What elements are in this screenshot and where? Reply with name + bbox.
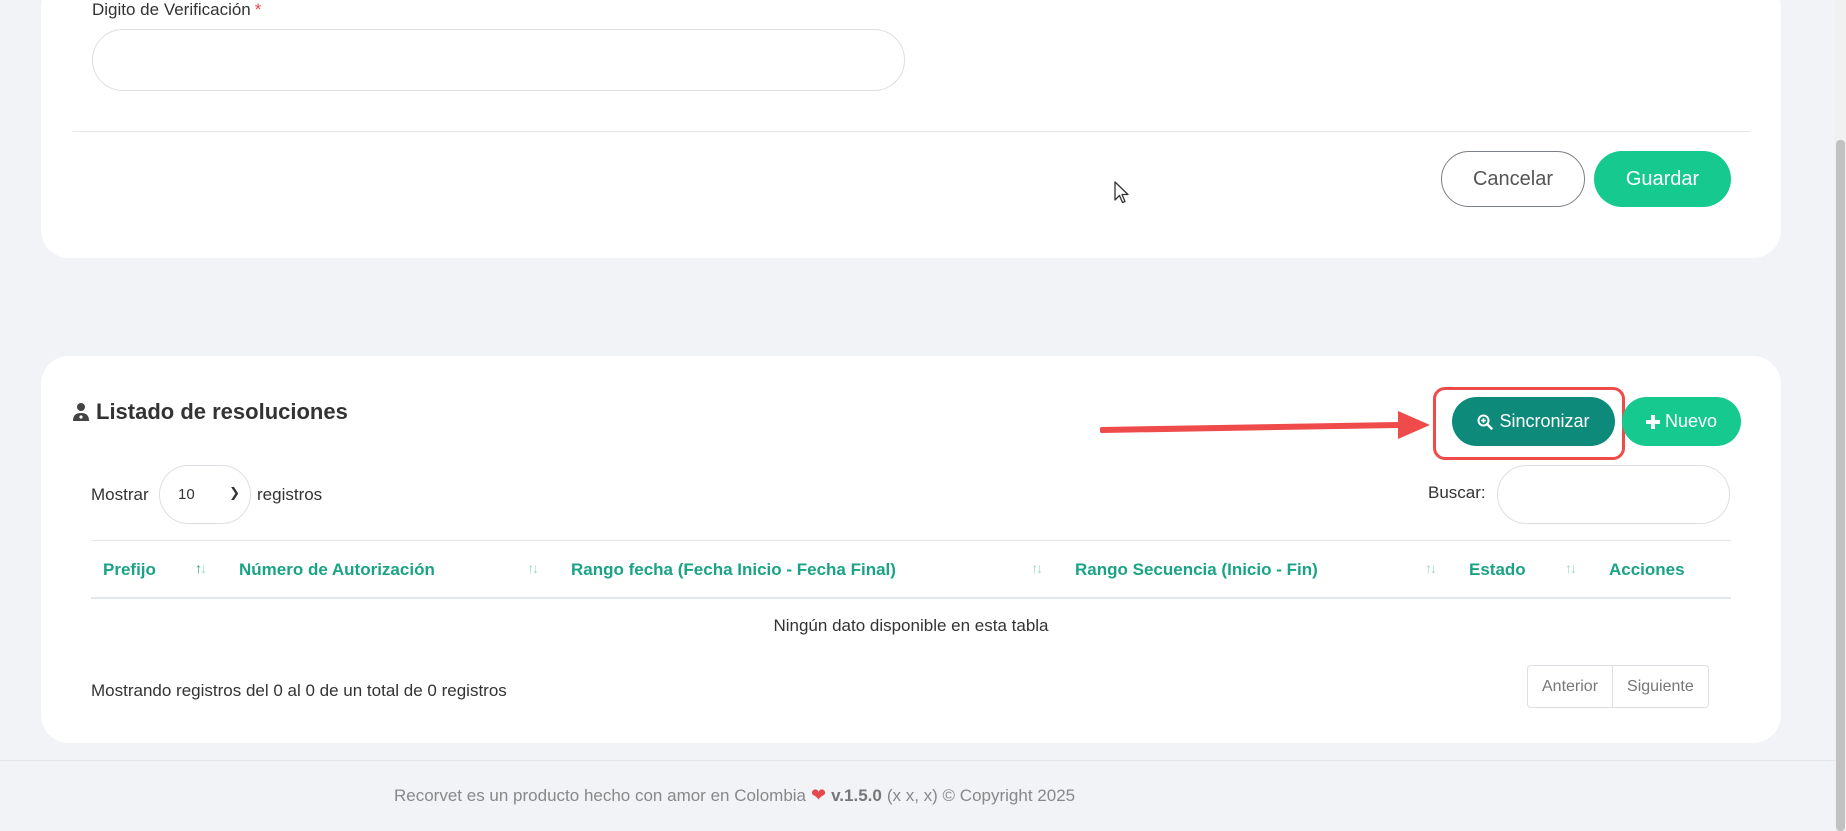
cancel-button[interactable]: Cancelar — [1441, 151, 1585, 207]
table-header: Prefijo ↑↓ Número de Autorización ↑↓ Ran… — [91, 540, 1731, 599]
scrollbar-thumb[interactable] — [1836, 140, 1845, 831]
table-info: Mostrando registros del 0 al 0 de un tot… — [91, 681, 507, 700]
pagination: Anterior Siguiente — [1527, 665, 1709, 708]
next-page-button[interactable]: Siguiente — [1612, 666, 1708, 707]
page-size-select[interactable]: 10 ❯ — [159, 465, 251, 524]
column-header-sequence-range[interactable]: Rango Secuencia (Inicio - Fin) — [1075, 541, 1318, 598]
sort-asc-icon: ↑↓ — [195, 560, 207, 576]
form-divider — [73, 131, 1750, 132]
column-header-authorization[interactable]: Número de Autorización — [239, 541, 435, 598]
heart-icon: ❤ — [811, 785, 827, 805]
footer-text: Recorvet es un producto hecho con amor e… — [394, 785, 807, 805]
red-arrow-annotation — [1100, 411, 1430, 439]
new-button-label: Nuevo — [1664, 411, 1718, 431]
mouse-cursor-icon — [1114, 181, 1129, 204]
search-label: Buscar: — [1428, 483, 1486, 502]
previous-page-button[interactable]: Anterior — [1528, 666, 1613, 707]
verification-digit-label-text: Digito de Verificación — [92, 0, 251, 19]
page-size-value: 10 — [178, 486, 195, 503]
sort-icon: ↑↓ — [1425, 560, 1437, 576]
user-doctor-icon — [73, 403, 89, 421]
column-header-status[interactable]: Estado — [1469, 541, 1526, 598]
plus-icon — [1645, 414, 1660, 429]
show-label: Mostrar — [91, 485, 149, 504]
footer: Recorvet es un producto hecho con amor e… — [394, 785, 1075, 806]
sync-button[interactable]: Sincronizar — [1452, 397, 1615, 446]
search-plus-icon — [1477, 414, 1494, 430]
required-mark: * — [254, 0, 262, 19]
sort-icon: ↑↓ — [527, 560, 539, 576]
sort-icon: ↑↓ — [1031, 560, 1043, 576]
verification-digit-input[interactable] — [92, 29, 905, 91]
records-label: registros — [257, 485, 323, 504]
new-button[interactable]: Nuevo — [1622, 397, 1741, 446]
sync-button-label: Sincronizar — [1499, 411, 1590, 431]
list-title: Listado de resoluciones — [72, 399, 348, 425]
chevron-down-icon: ❯ — [229, 485, 240, 500]
empty-table-message: Ningún dato disponible en esta tabla — [773, 616, 1049, 635]
footer-divider — [0, 760, 1835, 761]
verification-digit-label: Digito de Verificación * — [92, 0, 261, 20]
save-button[interactable]: Guardar — [1594, 151, 1731, 207]
column-header-actions[interactable]: Acciones — [1609, 541, 1685, 598]
column-header-date-range[interactable]: Rango fecha (Fecha Inicio - Fecha Final) — [571, 541, 896, 598]
search-input[interactable] — [1497, 465, 1730, 524]
copyright-text: (x x, x) © Copyright 2025 — [886, 785, 1076, 805]
list-title-text: Listado de resoluciones — [96, 399, 348, 424]
version-text: v.1.5.0 — [831, 785, 882, 805]
sort-icon: ↑↓ — [1565, 560, 1577, 576]
column-header-prefix[interactable]: Prefijo — [103, 541, 156, 598]
